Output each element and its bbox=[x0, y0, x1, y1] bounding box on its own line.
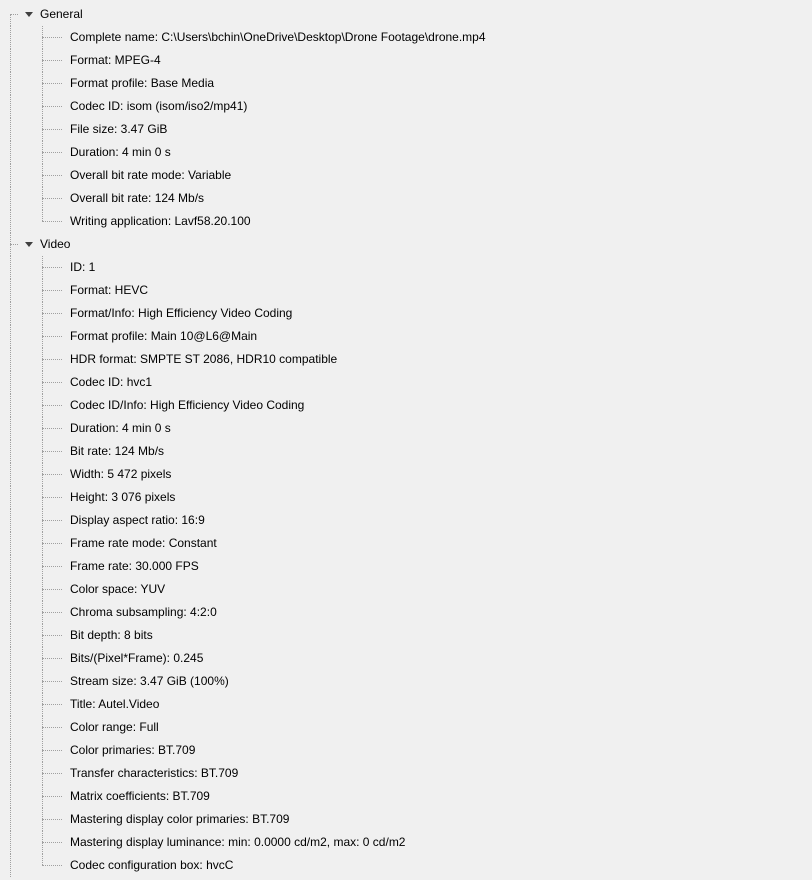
section-label: General bbox=[40, 3, 83, 26]
tree-item[interactable]: Overall bit rate mode: Variable bbox=[0, 164, 812, 187]
tree-item-label: Bits/(Pixel*Frame): 0.245 bbox=[70, 647, 203, 670]
tree-item-label: ID: 1 bbox=[70, 256, 95, 279]
tree-section-video[interactable]: Video bbox=[0, 233, 812, 256]
section-label: Video bbox=[40, 233, 70, 256]
tree-item[interactable]: Color space: YUV bbox=[0, 578, 812, 601]
tree-item[interactable]: HDR format: SMPTE ST 2086, HDR10 compati… bbox=[0, 348, 812, 371]
tree-item-label: Complete name: C:\Users\bchin\OneDrive\D… bbox=[70, 26, 486, 49]
tree-item-label: Duration: 4 min 0 s bbox=[70, 141, 171, 164]
tree-item[interactable]: Width: 5 472 pixels bbox=[0, 463, 812, 486]
tree-item[interactable]: Bit depth: 8 bits bbox=[0, 624, 812, 647]
tree-item-label: Codec ID/Info: High Efficiency Video Cod… bbox=[70, 394, 304, 417]
tree-item-label: Format: MPEG-4 bbox=[70, 49, 161, 72]
tree-item-label: Color primaries: BT.709 bbox=[70, 739, 195, 762]
tree-item[interactable]: Duration: 4 min 0 s bbox=[0, 141, 812, 164]
tree-item[interactable]: Format profile: Base Media bbox=[0, 72, 812, 95]
tree-item-label: Transfer characteristics: BT.709 bbox=[70, 762, 238, 785]
tree-item[interactable]: Codec ID/Info: High Efficiency Video Cod… bbox=[0, 394, 812, 417]
tree-item-label: Codec ID: isom (isom/iso2/mp41) bbox=[70, 95, 247, 118]
tree-item-label: Codec configuration box: hvcC bbox=[70, 854, 233, 877]
tree-item[interactable]: Overall bit rate: 124 Mb/s bbox=[0, 187, 812, 210]
tree-item[interactable]: Format/Info: High Efficiency Video Codin… bbox=[0, 302, 812, 325]
tree-item[interactable]: Title: Autel.Video bbox=[0, 693, 812, 716]
tree-item[interactable]: Complete name: C:\Users\bchin\OneDrive\D… bbox=[0, 26, 812, 49]
tree-item[interactable]: Frame rate mode: Constant bbox=[0, 532, 812, 555]
tree-item[interactable]: Format profile: Main 10@L6@Main bbox=[0, 325, 812, 348]
tree-item[interactable]: Color range: Full bbox=[0, 716, 812, 739]
tree-item[interactable]: Mastering display color primaries: BT.70… bbox=[0, 808, 812, 831]
tree-item-label: Matrix coefficients: BT.709 bbox=[70, 785, 210, 808]
tree-item[interactable]: Writing application: Lavf58.20.100 bbox=[0, 210, 812, 233]
tree-item[interactable]: File size: 3.47 GiB bbox=[0, 118, 812, 141]
tree-item-label: Bit rate: 124 Mb/s bbox=[70, 440, 164, 463]
tree-item-label: Mastering display color primaries: BT.70… bbox=[70, 808, 289, 831]
tree-item[interactable]: Chroma subsampling: 4:2:0 bbox=[0, 601, 812, 624]
tree-item-label: Frame rate mode: Constant bbox=[70, 532, 217, 555]
tree-item-label: Height: 3 076 pixels bbox=[70, 486, 175, 509]
tree-item-label: Title: Autel.Video bbox=[70, 693, 159, 716]
tree-item-label: HDR format: SMPTE ST 2086, HDR10 compati… bbox=[70, 348, 337, 371]
tree-item-label: File size: 3.47 GiB bbox=[70, 118, 167, 141]
tree-item-label: Display aspect ratio: 16:9 bbox=[70, 509, 205, 532]
tree-item-label: Frame rate: 30.000 FPS bbox=[70, 555, 199, 578]
chevron-down-icon[interactable] bbox=[22, 8, 36, 22]
tree-item-label: Codec ID: hvc1 bbox=[70, 371, 152, 394]
tree-item[interactable]: Codec ID: hvc1 bbox=[0, 371, 812, 394]
tree-item-label: Overall bit rate mode: Variable bbox=[70, 164, 231, 187]
tree-item[interactable]: Codec configuration box: hvcC bbox=[0, 854, 812, 877]
tree-item-label: Format/Info: High Efficiency Video Codin… bbox=[70, 302, 292, 325]
tree-item[interactable]: ID: 1 bbox=[0, 256, 812, 279]
tree-item[interactable]: Format: MPEG-4 bbox=[0, 49, 812, 72]
tree-item-label: Format profile: Main 10@L6@Main bbox=[70, 325, 257, 348]
tree-item[interactable]: Bits/(Pixel*Frame): 0.245 bbox=[0, 647, 812, 670]
tree-item-label: Color range: Full bbox=[70, 716, 159, 739]
tree-item-label: Color space: YUV bbox=[70, 578, 165, 601]
tree-item[interactable]: Duration: 4 min 0 s bbox=[0, 417, 812, 440]
tree-item[interactable]: Mastering display luminance: min: 0.0000… bbox=[0, 831, 812, 854]
tree-item[interactable]: Format: HEVC bbox=[0, 279, 812, 302]
tree-item[interactable]: Display aspect ratio: 16:9 bbox=[0, 509, 812, 532]
tree-item[interactable]: Codec ID: isom (isom/iso2/mp41) bbox=[0, 95, 812, 118]
chevron-down-icon[interactable] bbox=[22, 238, 36, 252]
tree-item-label: Width: 5 472 pixels bbox=[70, 463, 171, 486]
tree-item[interactable]: Height: 3 076 pixels bbox=[0, 486, 812, 509]
tree-item-label: Duration: 4 min 0 s bbox=[70, 417, 171, 440]
tree-section-general[interactable]: General bbox=[0, 3, 812, 26]
tree-item-label: Writing application: Lavf58.20.100 bbox=[70, 210, 251, 233]
tree-item-label: Chroma subsampling: 4:2:0 bbox=[70, 601, 217, 624]
tree-item[interactable]: Frame rate: 30.000 FPS bbox=[0, 555, 812, 578]
tree-item-label: Format: HEVC bbox=[70, 279, 148, 302]
tree-item-label: Overall bit rate: 124 Mb/s bbox=[70, 187, 204, 210]
tree-item[interactable]: Color primaries: BT.709 bbox=[0, 739, 812, 762]
media-info-tree: GeneralComplete name: C:\Users\bchin\One… bbox=[0, 3, 812, 877]
tree-item[interactable]: Stream size: 3.47 GiB (100%) bbox=[0, 670, 812, 693]
tree-item[interactable]: Bit rate: 124 Mb/s bbox=[0, 440, 812, 463]
tree-item-label: Format profile: Base Media bbox=[70, 72, 214, 95]
tree-item-label: Stream size: 3.47 GiB (100%) bbox=[70, 670, 229, 693]
tree-item[interactable]: Matrix coefficients: BT.709 bbox=[0, 785, 812, 808]
tree-item[interactable]: Transfer characteristics: BT.709 bbox=[0, 762, 812, 785]
tree-item-label: Bit depth: 8 bits bbox=[70, 624, 153, 647]
tree-item-label: Mastering display luminance: min: 0.0000… bbox=[70, 831, 405, 854]
